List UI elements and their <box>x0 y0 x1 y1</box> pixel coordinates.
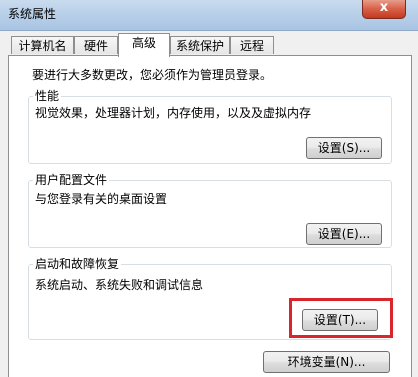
user-profiles-description: 与您登录有关的桌面设置 <box>35 192 168 206</box>
performance-group: 性能 视觉效果，处理器计划，内存使用，以及及虚拟内存 设置(S)... <box>28 88 392 164</box>
close-button[interactable]: x <box>362 0 406 19</box>
tab-computer-name[interactable]: 计算机名 <box>11 36 74 54</box>
system-properties-window: 系统属性 x 计算机名 硬件 高级 系统保护 远程 要进行大多数更改，您必须作为… <box>0 0 418 377</box>
performance-title: 性能 <box>33 88 62 104</box>
environment-variables-button[interactable]: 环境变量(N)... <box>263 351 390 373</box>
tab-system-protection[interactable]: 系统保护 <box>170 36 230 54</box>
window-title: 系统属性 <box>8 7 57 21</box>
title-bar[interactable]: 系统属性 x <box>0 0 418 31</box>
tab-hardware[interactable]: 硬件 <box>74 36 118 54</box>
user-profiles-settings-button[interactable]: 设置(E)... <box>306 223 382 245</box>
startup-recovery-description: 系统启动、系统失败和调试信息 <box>35 278 204 292</box>
tab-strip: 计算机名 硬件 高级 系统保护 远程 <box>0 30 418 57</box>
startup-recovery-settings-button[interactable]: 设置(T)... <box>302 309 378 331</box>
user-profiles-group: 用户配置文件 与您登录有关的桌面设置 设置(E)... <box>28 172 392 248</box>
startup-recovery-title: 启动和故障恢复 <box>33 256 122 272</box>
tab-advanced[interactable]: 高级 <box>118 33 170 57</box>
performance-description: 视觉效果，处理器计划，内存使用，以及及虚拟内存 <box>35 106 312 120</box>
performance-settings-button[interactable]: 设置(S)... <box>306 137 382 159</box>
startup-recovery-group: 启动和故障恢复 系统启动、系统失败和调试信息 设置(T)... <box>28 256 392 340</box>
user-profiles-title: 用户配置文件 <box>33 172 110 188</box>
admin-notice: 要进行大多数更改，您必须作为管理员登录。 <box>32 68 273 82</box>
tab-remote[interactable]: 远程 <box>230 36 274 54</box>
close-icon: x <box>379 0 389 15</box>
